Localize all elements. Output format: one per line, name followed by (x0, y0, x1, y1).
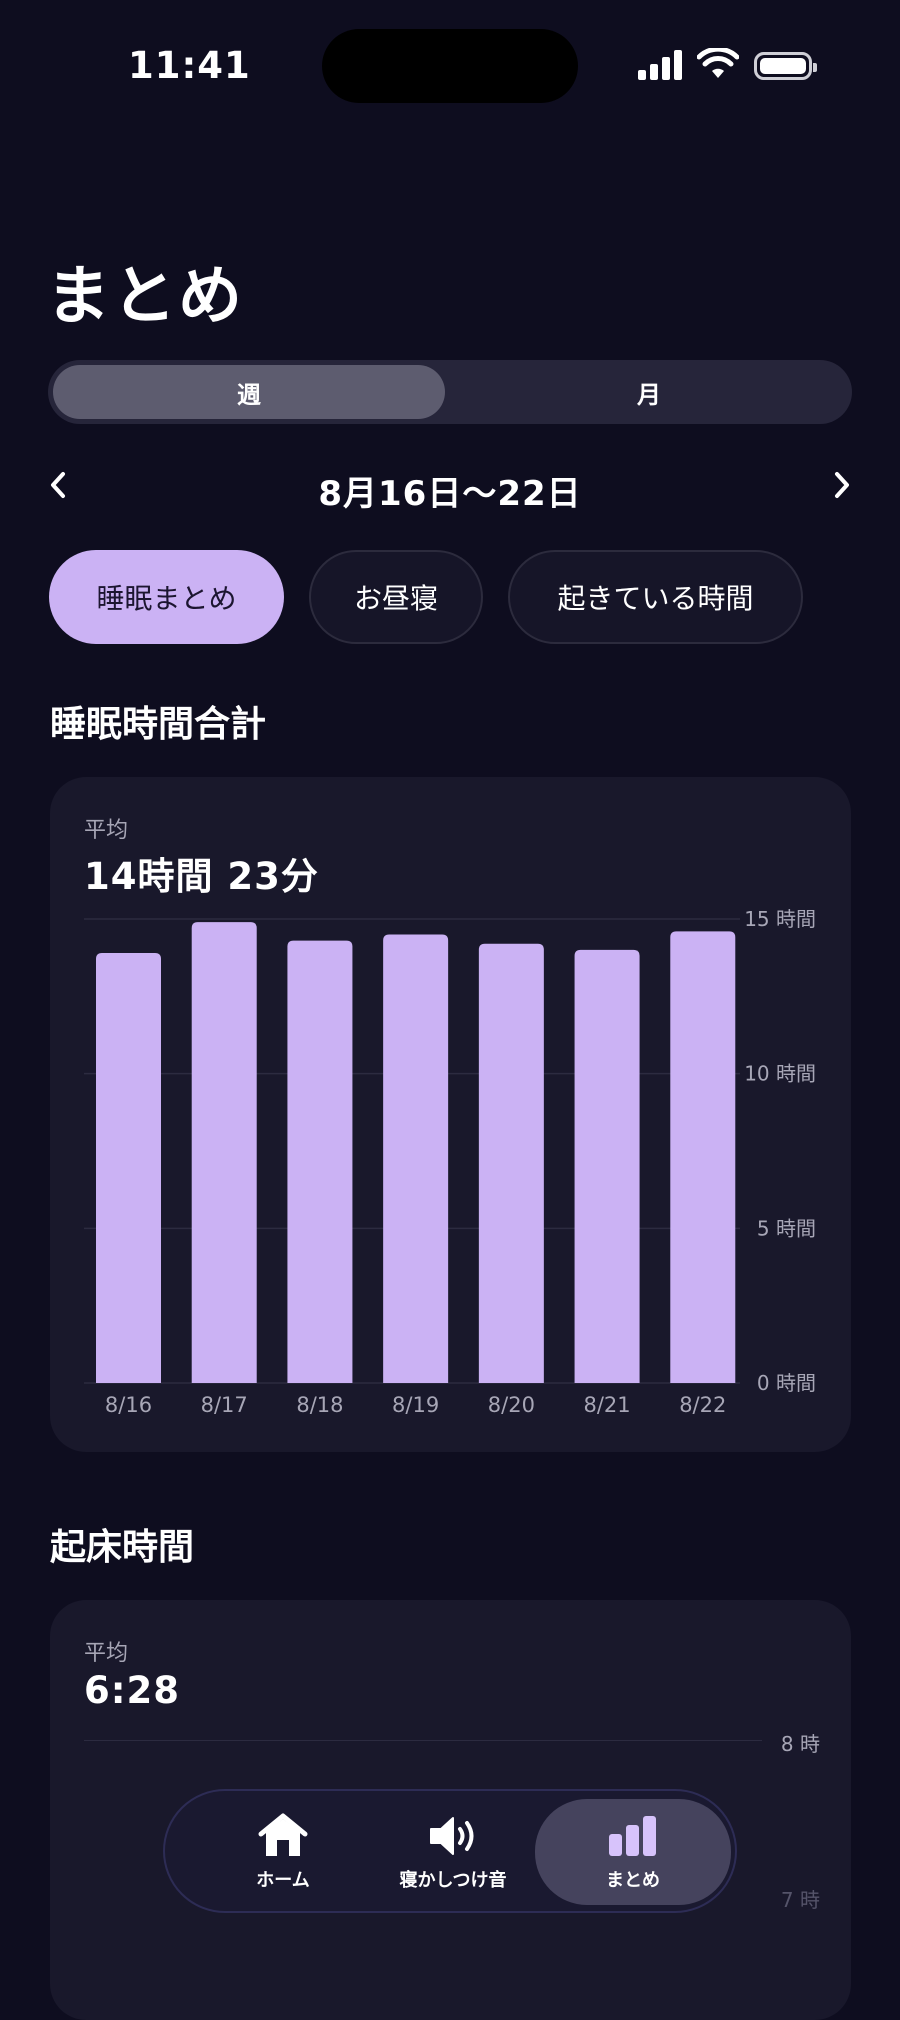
tab-bar: ホーム 寝かしつけ音 まとめ (163, 1789, 737, 1913)
dynamic-island (322, 29, 578, 103)
tab-summary-label: まとめ (606, 1870, 660, 1891)
segment-month[interactable]: 月 (450, 365, 848, 419)
next-week-button[interactable] (822, 462, 862, 508)
segment-week[interactable]: 週 (53, 365, 445, 419)
page-title: まとめ (46, 260, 244, 334)
filter-awake-time[interactable]: 起きている時間 (508, 550, 803, 644)
wake-avg-value: 6:28 (84, 1669, 181, 1712)
sleep-avg-value: 14時間 23分 (84, 855, 319, 898)
home-icon (258, 1813, 308, 1856)
tab-bedtime-sounds-label: 寝かしつけ音 (399, 1870, 507, 1891)
filter-nap[interactable]: お昼寝 (309, 550, 483, 644)
bar-chart-icon (609, 1816, 656, 1856)
cellular-signal-icon (638, 50, 684, 80)
wake-ytick-8: 8 時 (780, 1732, 820, 1756)
sleep-total-heading: 睡眠時間合計 (50, 704, 267, 745)
status-time: 11:41 (128, 44, 251, 87)
wake-ytick-7: 7 時 (780, 1888, 820, 1912)
tab-home-label: ホーム (256, 1870, 310, 1891)
wake-avg-label: 平均 (84, 1641, 129, 1666)
wake-time-heading: 起床時間 (50, 1527, 195, 1568)
sleep-avg-label: 平均 (84, 818, 129, 843)
previous-week-button[interactable] (38, 462, 78, 508)
tab-home[interactable]: ホーム (185, 1799, 381, 1905)
chevron-left-icon (51, 472, 65, 498)
filter-sleep-summary[interactable]: 睡眠まとめ (49, 550, 284, 644)
speaker-icon (430, 1817, 474, 1855)
date-range-label: 8月16日～22日 (318, 474, 582, 514)
wake-gridline (84, 1740, 762, 1741)
tab-bedtime-sounds[interactable]: 寝かしつけ音 (355, 1799, 551, 1905)
chevron-right-icon (835, 472, 849, 498)
wifi-icon (697, 48, 739, 78)
tab-summary[interactable]: まとめ (535, 1799, 731, 1905)
battery-icon (754, 52, 817, 80)
period-segmented-control: 週 月 (48, 360, 852, 424)
